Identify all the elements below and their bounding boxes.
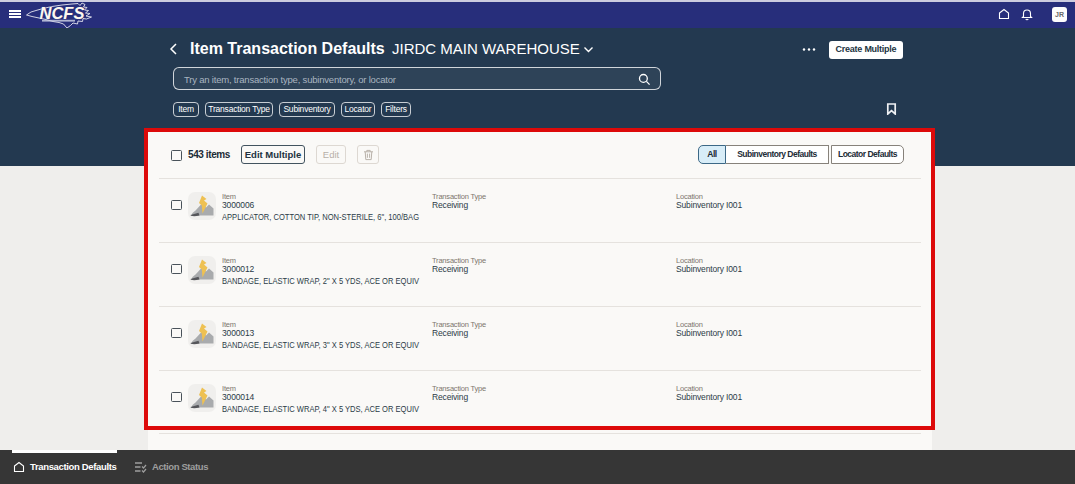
svg-text:NCFS: NCFS: [40, 3, 85, 21]
